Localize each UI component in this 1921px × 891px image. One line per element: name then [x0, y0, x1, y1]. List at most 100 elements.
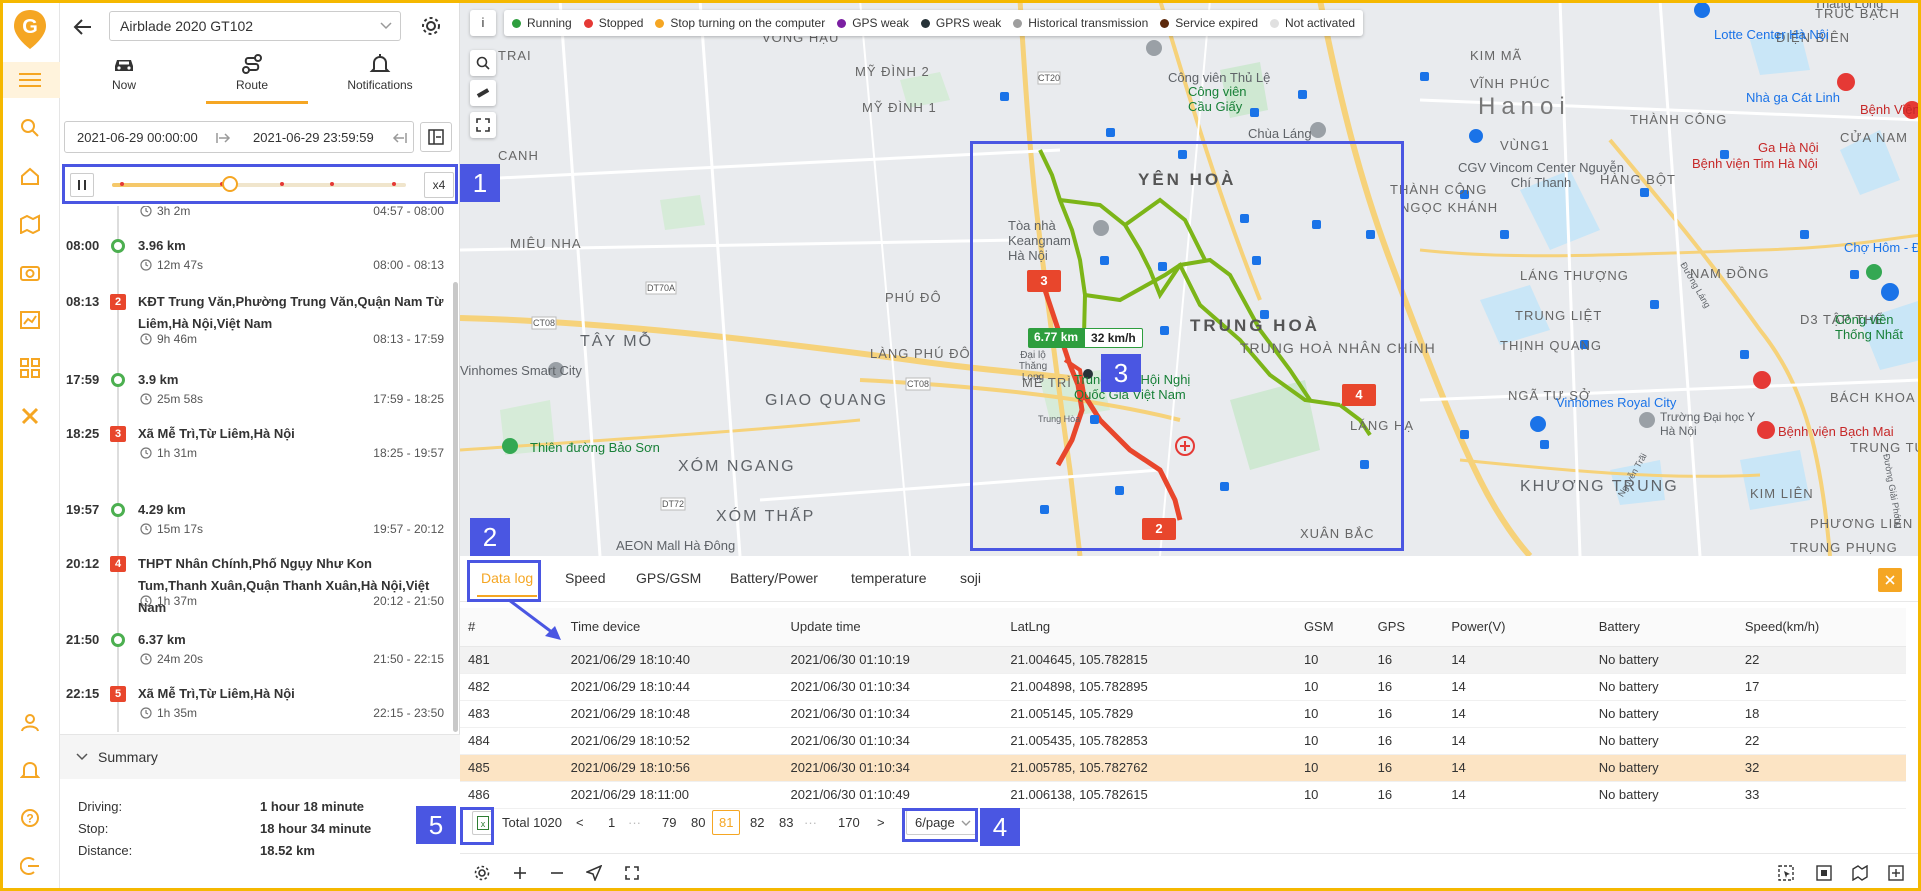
route-stop-pin[interactable]: 4 [1342, 384, 1376, 406]
end-date-value[interactable]: 2021-06-29 23:59:59 [253, 130, 374, 145]
apps-grid-icon[interactable] [18, 356, 42, 380]
playback-slider-handle[interactable] [222, 176, 238, 192]
select-area-button[interactable] [1776, 863, 1796, 883]
tab-route[interactable]: Route [188, 50, 316, 104]
locate-button[interactable] [584, 863, 604, 883]
map-search-button[interactable] [470, 50, 496, 76]
zoom-in-button[interactable] [510, 863, 530, 883]
tab-temperature[interactable]: temperature [851, 570, 926, 586]
map-poi[interactable]: Vinhomes Smart City [460, 363, 582, 378]
map-poi[interactable]: Bệnh viện Tim Hà Nội [1692, 156, 1818, 171]
table-row[interactable]: 485 2021/06/29 18:10:56 2021/06/30 01:10:3… [460, 754, 1906, 782]
page-item[interactable]: 83 [779, 815, 793, 830]
tab-now[interactable]: Now [60, 50, 188, 104]
search-icon[interactable] [18, 116, 42, 140]
map-poi[interactable]: Vinhomes Royal City [1556, 395, 1676, 410]
route-stop-pin[interactable]: 2 [1142, 518, 1176, 540]
page-item[interactable]: 80 [691, 815, 705, 830]
page-item[interactable]: 1 [608, 815, 615, 830]
map-poi[interactable]: Chợ Hôm - Đức Viên [1844, 240, 1921, 255]
tab-gps-gsm[interactable]: GPS/GSM [636, 570, 701, 586]
route-export-button[interactable] [420, 122, 452, 152]
table-row[interactable]: 484 2021/06/29 18:10:52 2021/06/30 01:10:3… [460, 727, 1906, 755]
page-size-select[interactable]: 6/page [906, 810, 978, 835]
tab-battery-power[interactable]: Battery/Power [730, 570, 818, 586]
tab-data-log[interactable]: Data log [477, 570, 538, 597]
pagination-next[interactable]: > [877, 815, 885, 830]
excel-export-button[interactable]: x [472, 811, 494, 835]
settings-button[interactable] [472, 863, 492, 883]
table-row[interactable]: 482 2021/06/29 18:10:44 2021/06/30 01:10:3… [460, 673, 1906, 701]
page-item[interactable]: 79 [662, 815, 676, 830]
logout-icon[interactable] [18, 854, 42, 878]
screenshot-button[interactable] [1814, 863, 1834, 883]
map-poi[interactable]: Ga Hà Nội [1758, 140, 1819, 155]
map-poi[interactable]: Tháng Long [1814, 0, 1883, 11]
menu-icon[interactable] [18, 68, 42, 92]
map-ruler-button[interactable] [470, 80, 496, 106]
home-icon[interactable] [18, 164, 42, 188]
user-icon[interactable] [18, 710, 42, 734]
route-map-icon[interactable] [18, 212, 42, 236]
map-label: TRAI [498, 48, 532, 63]
map-poi[interactable]: CGV Vincom Center Nguyễn Chí Thanh [1456, 160, 1626, 190]
device-select[interactable]: Airblade 2020 GT102 [109, 11, 401, 41]
map-poi[interactable]: Thiên đường Bảo Sơn [530, 440, 660, 455]
legend-label: GPRS weak [935, 16, 1002, 30]
start-date-value[interactable]: 2021-06-29 00:00:00 [77, 130, 198, 145]
pause-button[interactable] [70, 173, 94, 197]
map-poi[interactable]: Công viên Thủ Lệ [1168, 70, 1270, 85]
map-poi[interactable]: Trung Tâm Hội Nghị Quốc Gia Việt Nam [1074, 372, 1224, 402]
summary-toggle[interactable]: Summary [76, 749, 158, 765]
table-row[interactable]: 483 2021/06/29 18:10:48 2021/06/30 01:10:3… [460, 700, 1906, 728]
tab-speed[interactable]: Speed [565, 570, 605, 586]
map-layers-button[interactable] [1850, 863, 1870, 883]
help-icon[interactable]: ? [18, 806, 42, 830]
page-item-current[interactable]: 81 [712, 810, 741, 835]
timeline-time: 18:25 [66, 426, 100, 441]
camera-icon[interactable] [18, 260, 42, 284]
map-poi[interactable]: Công viên Thống Nhất [1835, 312, 1915, 342]
map-fullscreen-button[interactable] [470, 112, 496, 138]
back-arrow-icon[interactable] [72, 16, 94, 38]
bell-icon[interactable] [18, 758, 42, 782]
pagination: x Total 1020 < 1 ··· 79 80 81 82 83 ··· … [460, 808, 1160, 838]
table-row[interactable]: 486 2021/06/29 18:11:00 2021/06/30 01:10:4… [460, 781, 1906, 809]
gear-icon[interactable] [420, 15, 442, 37]
close-panel-button[interactable] [1878, 568, 1902, 592]
table-row[interactable]: 481 2021/06/29 18:10:40 2021/06/30 01:10:1… [460, 646, 1906, 674]
map-info-button[interactable]: i [470, 10, 496, 36]
playback-speed-button[interactable]: x4 [424, 172, 454, 198]
zoom-out-button[interactable] [547, 863, 567, 883]
map-poi[interactable]: Bệnh Viện Việt Đức [1860, 102, 1921, 117]
legend-swatch-icon [1160, 18, 1170, 28]
map-poi[interactable]: Chùa Láng [1248, 126, 1312, 141]
chart-icon[interactable] [18, 308, 42, 332]
map-view[interactable]: CT20 DT70A CT08 CT08 DT72 TRAI VONG HẬU … [460, 0, 1921, 556]
route-stop-pin[interactable]: 3 [1027, 270, 1061, 292]
pagination-prev[interactable]: < [576, 815, 584, 830]
map-poi[interactable]: Tòa nhà Keangnam Hà Nội [1008, 218, 1088, 263]
fit-bounds-button[interactable] [622, 863, 642, 883]
column-header: GPS [1369, 608, 1444, 647]
map-poi[interactable]: Lotte Center Hà Nội [1714, 27, 1829, 42]
tab-soji[interactable]: soji [960, 570, 981, 586]
map-poi[interactable]: Bệnh viện Bạch Mai [1778, 424, 1894, 439]
map-poi[interactable]: Trường Đại học Y Hà Nội [1660, 410, 1770, 438]
tools-icon[interactable] [18, 404, 42, 428]
annotation-label-1: 1 [460, 164, 500, 202]
app-logo[interactable]: G [12, 8, 48, 50]
page-ellipsis[interactable]: ··· [804, 815, 817, 830]
map-poi[interactable]: Công viên Cầu Giấy [1188, 84, 1248, 114]
page-item[interactable]: 82 [750, 815, 764, 830]
page-item[interactable]: 170 [838, 815, 860, 830]
map-poi[interactable]: Nhà ga Cát Linh [1746, 90, 1840, 105]
date-range-picker[interactable]: 2021-06-29 00:00:00 2021-06-29 23:59:59 [64, 121, 414, 153]
map-poi[interactable]: AEON Mall Hà Đông [616, 538, 735, 553]
playback-slider[interactable] [112, 176, 406, 192]
timeline-scrollbar[interactable] [453, 282, 458, 732]
tab-notifications[interactable]: Notifications [316, 50, 444, 104]
page-ellipsis[interactable]: ··· [628, 815, 641, 830]
page-size-value: 6/page [915, 815, 955, 830]
expand-button[interactable] [1886, 863, 1906, 883]
